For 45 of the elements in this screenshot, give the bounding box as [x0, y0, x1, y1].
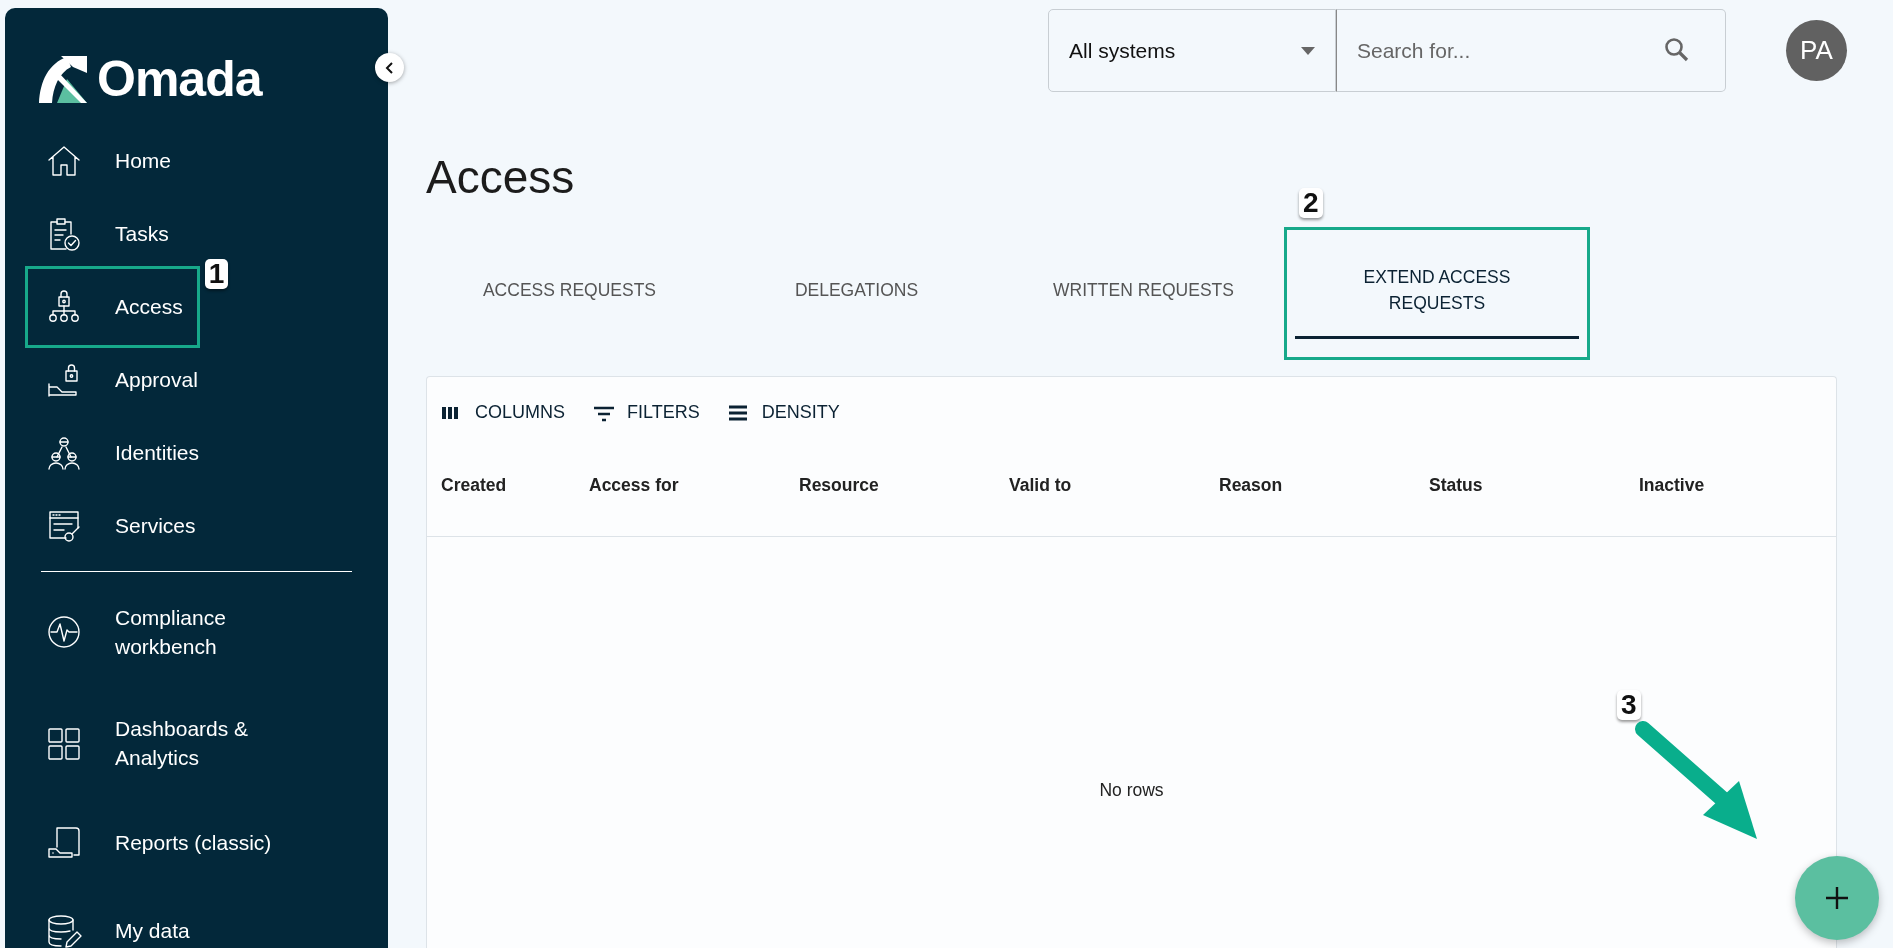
window-key-icon — [46, 508, 82, 544]
column-header[interactable]: Resource — [799, 450, 1009, 537]
column-header[interactable]: Created — [441, 450, 589, 537]
search-icon[interactable] — [1664, 37, 1690, 63]
system-select[interactable]: All systems — [1048, 9, 1336, 92]
report-hand-icon — [46, 824, 82, 861]
tab[interactable]: ACCESS REQUESTS — [426, 227, 713, 361]
caret-icon — [1301, 46, 1315, 55]
tab[interactable]: DELEGATIONS — [713, 227, 1000, 361]
grid-icon — [46, 725, 82, 762]
callout-number: 3 — [1617, 690, 1641, 720]
nav-item[interactable]: Home — [25, 128, 189, 194]
nav-item[interactable]: My data — [25, 897, 207, 948]
toolbar-button[interactable]: FILTERS — [593, 395, 700, 431]
empty-message: No rows — [1099, 779, 1164, 803]
brand-name: Omada — [97, 54, 262, 104]
column-header[interactable]: Status — [1429, 450, 1639, 537]
nav-item[interactable]: Compliance workbench — [25, 588, 337, 677]
nav-item[interactable]: Services — [25, 493, 213, 559]
plus-icon — [1825, 886, 1849, 910]
column-header[interactable]: Reason — [1219, 450, 1429, 537]
callout-number: 2 — [1299, 188, 1323, 219]
pulse-circle-icon — [46, 614, 82, 651]
collapse-button[interactable] — [375, 53, 404, 82]
page-title: Access — [426, 150, 575, 205]
home-icon — [46, 143, 82, 179]
lock-network-icon — [46, 289, 82, 325]
people-tree-icon — [46, 435, 82, 471]
density-icon — [727, 403, 750, 422]
callout-number: 1 — [204, 259, 229, 289]
database-pencil-icon — [46, 912, 82, 948]
user-avatar[interactable]: PA — [1786, 20, 1847, 81]
toolbar-button[interactable]: COLUMNS — [441, 395, 565, 431]
nav-item[interactable]: Identities — [25, 420, 217, 486]
tab[interactable]: WRITTEN REQUESTS — [1000, 227, 1287, 361]
column-header[interactable]: Inactive — [1639, 450, 1822, 537]
logo-icon — [37, 53, 89, 105]
nav-item[interactable]: Approval — [25, 347, 215, 413]
chevron-left-icon — [383, 60, 396, 75]
toolbar-button[interactable]: DENSITY — [727, 395, 840, 431]
column-header[interactable]: Valid to — [1009, 450, 1219, 537]
nav-item[interactable]: Reports (classic) — [25, 809, 289, 876]
column-header[interactable]: Access for — [589, 450, 799, 537]
nav-item[interactable]: Dashboards & Analytics — [25, 698, 337, 788]
search-field[interactable]: Search for... — [1336, 9, 1726, 92]
